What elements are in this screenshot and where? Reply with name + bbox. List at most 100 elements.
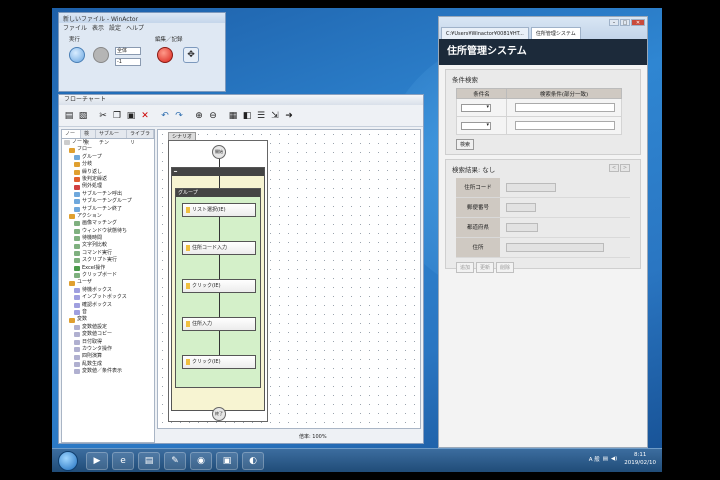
taskbar-app-icon[interactable]: ▤	[138, 451, 160, 470]
end-node[interactable]: 終了	[212, 407, 226, 421]
condition-input-1[interactable]	[515, 103, 615, 112]
taskbar-app-icon[interactable]: ▶	[86, 451, 108, 470]
tree-item[interactable]: 文字列比較	[62, 242, 154, 249]
tree-item[interactable]: 変数値コピー	[62, 331, 154, 338]
network-icon[interactable]: ▤	[603, 456, 608, 462]
image-icon[interactable]: ▦	[227, 110, 239, 122]
maximize-icon[interactable]: □	[620, 19, 630, 26]
tab-search[interactable]: 検索	[81, 130, 96, 146]
minimize-icon[interactable]: –	[609, 19, 619, 26]
search-button[interactable]: 検索	[456, 139, 475, 150]
add-button[interactable]: 追加	[456, 262, 475, 273]
field-zip[interactable]	[506, 203, 536, 212]
tab-address-system[interactable]: 住所管理システム	[530, 27, 581, 39]
new-icon[interactable]: ▤	[63, 110, 75, 122]
open-icon[interactable]: ▧	[77, 110, 89, 122]
cut-icon[interactable]: ✂	[97, 110, 109, 122]
tree-item[interactable]: 繰り返し	[62, 169, 154, 176]
outer-group[interactable]: ━ グループ リスト選択(IE) 住所コード入力 クリック(IE) 住所入力 クリック(…	[171, 167, 265, 411]
tree-item[interactable]: 待機時間	[62, 235, 154, 242]
field-prefecture[interactable]	[506, 223, 538, 232]
tree-item[interactable]: 確認ボックス	[62, 302, 154, 309]
volume-icon[interactable]: ◀)	[611, 456, 617, 462]
update-button[interactable]: 更新	[476, 262, 495, 273]
arrow-icon[interactable]: ➜	[283, 110, 295, 122]
tree-item[interactable]: 変数	[62, 316, 154, 323]
tab-subroutine[interactable]: サブルーチン	[96, 130, 127, 146]
start-node[interactable]: 開始	[212, 145, 226, 159]
tab-library[interactable]: ライブラリ	[127, 130, 154, 146]
menu-settings[interactable]: 設定	[109, 23, 121, 32]
action-node[interactable]: 住所入力	[182, 317, 256, 331]
list-icon[interactable]: ☰	[255, 110, 267, 122]
tree-item[interactable]: ウィンドウ状態待ち	[62, 228, 154, 235]
clock[interactable]: 8:11 2019/02/10	[624, 451, 656, 467]
paste-icon[interactable]: ▣	[125, 110, 137, 122]
taskbar-app-icon[interactable]: ◐	[242, 451, 264, 470]
stop-button[interactable]	[93, 47, 109, 63]
export-icon[interactable]: ⇲	[269, 110, 281, 122]
run-button[interactable]	[69, 47, 85, 63]
menu-view[interactable]: 表示	[92, 23, 104, 32]
tree-item[interactable]: クリップボード	[62, 272, 154, 279]
condition-select-2[interactable]	[461, 121, 491, 130]
tree-item[interactable]: サブルーチン終了	[62, 206, 154, 213]
tree-item[interactable]: 四則演算	[62, 353, 154, 360]
action-node[interactable]: 住所コード入力	[182, 241, 256, 255]
tree-item[interactable]: カウンタ操作	[62, 346, 154, 353]
redo-icon[interactable]: ↷	[173, 110, 185, 122]
field-address[interactable]	[506, 243, 604, 252]
tree-item[interactable]: 変数値／条件表示	[62, 368, 154, 375]
field-address-code[interactable]	[506, 183, 556, 192]
close-icon[interactable]: ✕	[631, 19, 645, 26]
tree-item[interactable]: フロー	[62, 146, 154, 153]
tree-item[interactable]: 日付取得	[62, 339, 154, 346]
target-select-icon[interactable]: ✥	[183, 47, 199, 63]
copy-icon[interactable]: ❐	[111, 110, 123, 122]
condition-select-1[interactable]	[461, 103, 491, 112]
taskbar-app-icon[interactable]: ✎	[164, 451, 186, 470]
tree-item[interactable]: 音	[62, 309, 154, 316]
record-button[interactable]	[157, 47, 173, 63]
tree-item[interactable]: ユーザ	[62, 279, 154, 286]
prev-page-button[interactable]: <	[609, 164, 619, 172]
count-select[interactable]: -1	[115, 58, 141, 66]
tree-item[interactable]: 乱数生成	[62, 361, 154, 368]
taskbar-app-icon[interactable]: e	[112, 451, 134, 470]
action-node[interactable]: クリック(IE)	[182, 355, 256, 369]
tab-node[interactable]: ノード	[62, 130, 81, 146]
tree-item[interactable]: 例外処理	[62, 183, 154, 190]
tree-item[interactable]: 後判定繰返	[62, 176, 154, 183]
ime-indicator[interactable]: A 般	[589, 455, 600, 463]
tree-item[interactable]: サブルーチングループ	[62, 198, 154, 205]
capture-icon[interactable]: ◧	[241, 110, 253, 122]
action-label: 住所入力	[192, 321, 213, 327]
tree-item[interactable]: グループ	[62, 154, 154, 161]
condition-input-2[interactable]	[515, 121, 615, 130]
menu-help[interactable]: ヘルプ	[126, 23, 144, 32]
delete-icon[interactable]: ✕	[139, 110, 151, 122]
pager: < >	[609, 164, 630, 172]
delete-button[interactable]: 削除	[496, 262, 515, 273]
taskbar-app-icon[interactable]: ▣	[216, 451, 238, 470]
tree-item[interactable]: Excel操作	[62, 265, 154, 272]
tab-file-path[interactable]: C:¥Users¥Winactor¥0081¥HT...	[441, 27, 529, 39]
tree-item[interactable]: 分岐	[62, 161, 154, 168]
zoom-in-icon[interactable]: ⊕	[193, 110, 205, 122]
inner-group[interactable]: グループ リスト選択(IE) 住所コード入力 クリック(IE) 住所入力 クリック(IE…	[175, 188, 261, 388]
action-node[interactable]: クリック(IE)	[182, 279, 256, 293]
tree-item[interactable]: インプットボックス	[62, 294, 154, 301]
tree-item[interactable]: スクリプト実行	[62, 257, 154, 264]
start-button[interactable]	[58, 450, 78, 471]
action-node[interactable]: リスト選択(IE)	[182, 203, 256, 217]
undo-icon[interactable]: ↶	[159, 110, 171, 122]
node-tree-pane: ノード 検索 サブルーチン ライブラリ ノードフローグループ分岐繰り返し後判定繰…	[61, 129, 155, 443]
taskbar-app-icon[interactable]: ◉	[190, 451, 212, 470]
zoom-out-icon[interactable]: ⊖	[207, 110, 219, 122]
flowchart-canvas[interactable]: シナリオ 開始 ━ グループ リスト選択(IE) 住所コード入力 クリック(IE) 住…	[157, 129, 421, 429]
menu-file[interactable]: ファイル	[63, 23, 87, 32]
tree-item[interactable]: 画像マッチング	[62, 220, 154, 227]
node-type-icon	[69, 317, 75, 323]
next-page-button[interactable]: >	[620, 164, 630, 172]
speed-select[interactable]: 全体	[115, 47, 141, 55]
